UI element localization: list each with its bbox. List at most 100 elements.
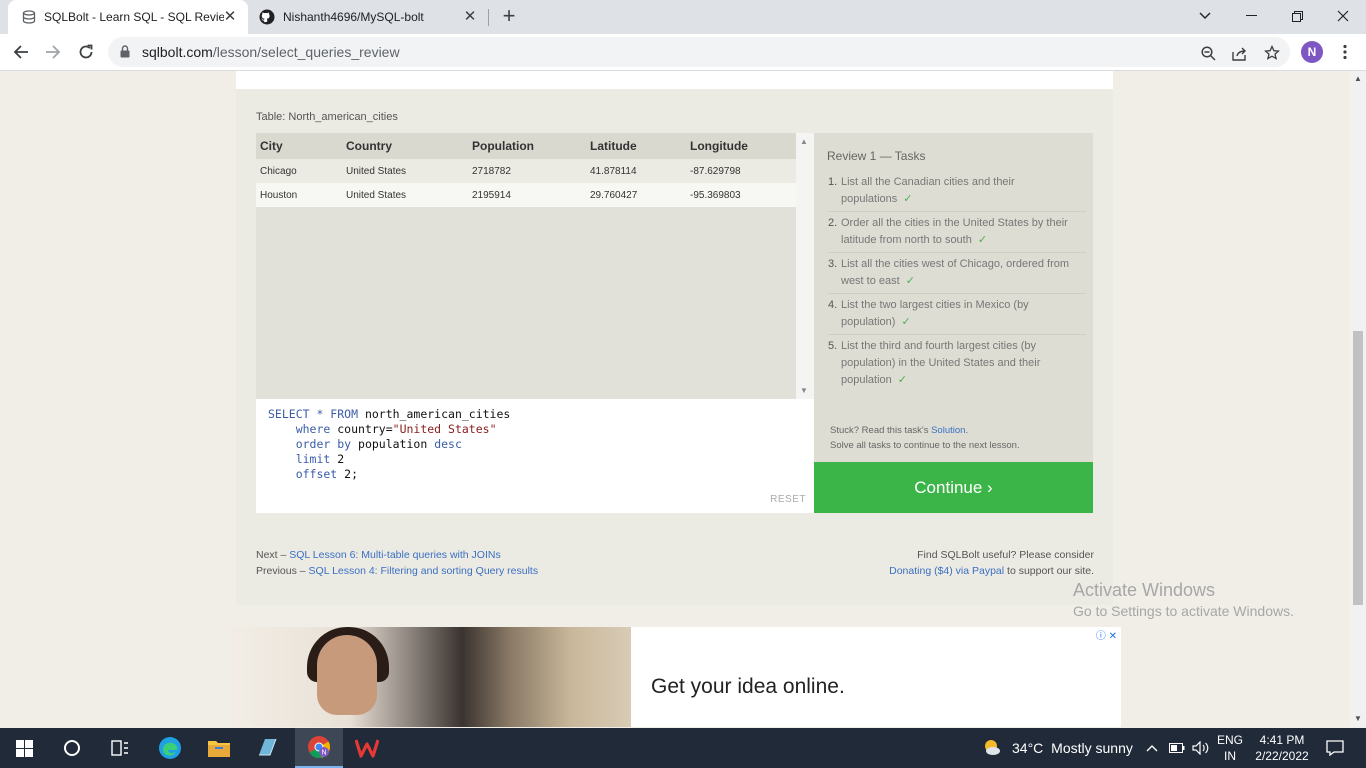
- column-header: City: [256, 133, 342, 159]
- scroll-down-icon[interactable]: ▼: [800, 386, 808, 395]
- sql-keyword: offset: [268, 467, 345, 481]
- sun-cloud-icon: [982, 738, 1002, 759]
- sql-token: population: [358, 437, 435, 451]
- new-tab-button[interactable]: +: [498, 5, 520, 28]
- checkmark-icon: ✓: [901, 316, 911, 328]
- solve-all-text: Solve all tasks to continue to the next …: [830, 440, 1020, 451]
- bookmark-star-icon[interactable]: [1262, 43, 1282, 63]
- forward-arrow-icon[interactable]: [40, 39, 66, 65]
- divider: [828, 211, 1086, 212]
- task-number: 5.: [828, 340, 838, 352]
- divider: [828, 293, 1086, 294]
- task-text: List all the Canadian cities and their p…: [841, 176, 1015, 205]
- close-window-icon[interactable]: [1320, 0, 1366, 32]
- sql-keyword: SELECT * FROM: [268, 407, 365, 421]
- donate-link[interactable]: Donating ($4) via Paypal: [889, 565, 1004, 577]
- task-number: 1.: [828, 176, 838, 188]
- scroll-up-icon[interactable]: ▲: [800, 137, 808, 146]
- table-caption: Table: North_american_cities: [256, 111, 398, 123]
- tab-title: Nishanth4696/MySQL-bolt: [283, 10, 424, 24]
- weather-widget[interactable]: 34°C Mostly sunny: [982, 728, 1133, 768]
- stuck-text: Stuck? Read this task's: [830, 425, 932, 436]
- scrollbar-thumb[interactable]: [1353, 331, 1363, 605]
- lock-icon: [120, 45, 130, 63]
- reset-button[interactable]: RESET: [770, 494, 806, 505]
- help-text: Stuck? Read this task's Solution. Solve …: [830, 423, 1020, 453]
- profile-avatar[interactable]: N: [1301, 41, 1323, 63]
- clock-date: 2/22/2022: [1255, 749, 1309, 763]
- table-cell: 2718782: [468, 159, 586, 183]
- previous-lesson-link[interactable]: SQL Lesson 4: Filtering and sorting Quer…: [309, 565, 539, 577]
- useful-text: Find SQLBolt useful? Please consider: [917, 549, 1094, 561]
- notepad-app-icon[interactable]: [243, 728, 291, 768]
- task-text: List the two largest cities in Mexico (b…: [841, 299, 1029, 328]
- checkmark-icon: ✓: [897, 374, 907, 386]
- scroll-down-icon[interactable]: ▼: [1350, 711, 1366, 727]
- table-cell: Chicago: [256, 159, 342, 183]
- table-row: Chicago United States 2718782 41.878114 …: [256, 159, 796, 183]
- zoom-icon[interactable]: [1198, 43, 1218, 63]
- lesson-exercise-card: Table: North_american_cities City Countr…: [236, 71, 1113, 605]
- advertisement-banner[interactable]: Get your idea online. ⓘ ✕: [229, 627, 1121, 727]
- ad-choices-icon[interactable]: ⓘ ✕: [1096, 627, 1117, 642]
- tab-divider: [488, 9, 489, 26]
- ad-image: [229, 627, 631, 727]
- scroll-up-icon[interactable]: ▲: [1350, 71, 1366, 87]
- watermark-subtitle: Go to Settings to activate Windows.: [1073, 603, 1294, 619]
- stuck-text-end: .: [965, 425, 969, 436]
- chrome-browser-icon[interactable]: N: [295, 728, 343, 768]
- notification-center-icon[interactable]: [1318, 728, 1352, 768]
- task-number: 4.: [828, 299, 838, 311]
- battery-icon[interactable]: [1166, 728, 1188, 768]
- task-text: List all the cities west of Chicago, ord…: [841, 258, 1070, 287]
- reload-icon[interactable]: [73, 39, 99, 65]
- ad-image-face: [317, 635, 377, 715]
- close-tab-icon[interactable]: ✕: [462, 9, 478, 25]
- edge-browser-icon[interactable]: [146, 728, 194, 768]
- language-indicator[interactable]: ENG IN: [1214, 732, 1246, 764]
- table-cell: United States: [342, 183, 468, 207]
- speaker-volume-icon[interactable]: [1188, 728, 1212, 768]
- close-tab-icon[interactable]: ✕: [222, 9, 238, 25]
- minimize-icon[interactable]: [1228, 0, 1274, 32]
- tab-search-chevron-icon[interactable]: [1182, 0, 1228, 32]
- browser-tab-strip: SQLBolt - Learn SQL - SQL Review ✕ Nisha…: [0, 0, 1366, 34]
- show-hidden-icons-chevron-icon[interactable]: [1140, 728, 1164, 768]
- task-view-icon[interactable]: [96, 728, 144, 768]
- lesson-footer: Next – SQL Lesson 6: Multi-table queries…: [236, 533, 1113, 605]
- svg-text:N: N: [321, 750, 326, 757]
- table-header-row: City Country Population Latitude Longitu…: [256, 133, 796, 159]
- next-lesson-link[interactable]: SQL Lesson 6: Multi-table queries with J…: [289, 549, 500, 561]
- share-icon[interactable]: [1230, 43, 1250, 63]
- table-cell: 41.878114: [586, 159, 686, 183]
- wps-office-icon[interactable]: [343, 728, 391, 768]
- tab-sqlbolt[interactable]: SQLBolt - Learn SQL - SQL Review ✕: [8, 0, 248, 34]
- system-clock[interactable]: 4:41 PM 2/22/2022: [1250, 732, 1314, 764]
- column-header: Country: [342, 133, 468, 159]
- page-scrollbar[interactable]: ▲ ▼: [1350, 71, 1366, 727]
- results-scrollbar[interactable]: ▲ ▼: [796, 133, 814, 399]
- back-arrow-icon[interactable]: [8, 39, 34, 65]
- table-cell: -87.629798: [686, 159, 796, 183]
- sql-editor[interactable]: RESET SELECT * FROM north_american_cities…: [256, 399, 814, 513]
- search-icon[interactable]: [48, 728, 96, 768]
- windows-start-icon[interactable]: [0, 728, 48, 768]
- table-cell: 29.760427: [586, 183, 686, 207]
- tab-github[interactable]: Nishanth4696/MySQL-bolt ✕: [250, 0, 488, 34]
- browser-menu-icon[interactable]: [1335, 42, 1355, 62]
- file-explorer-icon[interactable]: [195, 728, 243, 768]
- task-text: List the third and fourth largest cities…: [841, 340, 1041, 386]
- address-bar[interactable]: sqlbolt.com/lesson/select_queries_review: [108, 37, 1290, 67]
- page-viewport: Table: North_american_cities City Countr…: [0, 71, 1350, 727]
- column-header: Population: [468, 133, 586, 159]
- continue-button[interactable]: Continue ›: [814, 462, 1093, 513]
- code-line: SELECT * FROM north_american_cities: [268, 407, 510, 422]
- code-line: offset 2;: [268, 467, 358, 482]
- query-results-table: City Country Population Latitude Longitu…: [256, 133, 796, 399]
- solution-link[interactable]: Solution: [931, 425, 965, 436]
- restore-icon[interactable]: [1274, 0, 1320, 32]
- language-code: ENG: [1216, 733, 1243, 747]
- weather-description: Mostly sunny: [1051, 740, 1133, 756]
- code-line: where country="United States": [268, 422, 497, 437]
- sql-keyword: order by: [268, 437, 359, 451]
